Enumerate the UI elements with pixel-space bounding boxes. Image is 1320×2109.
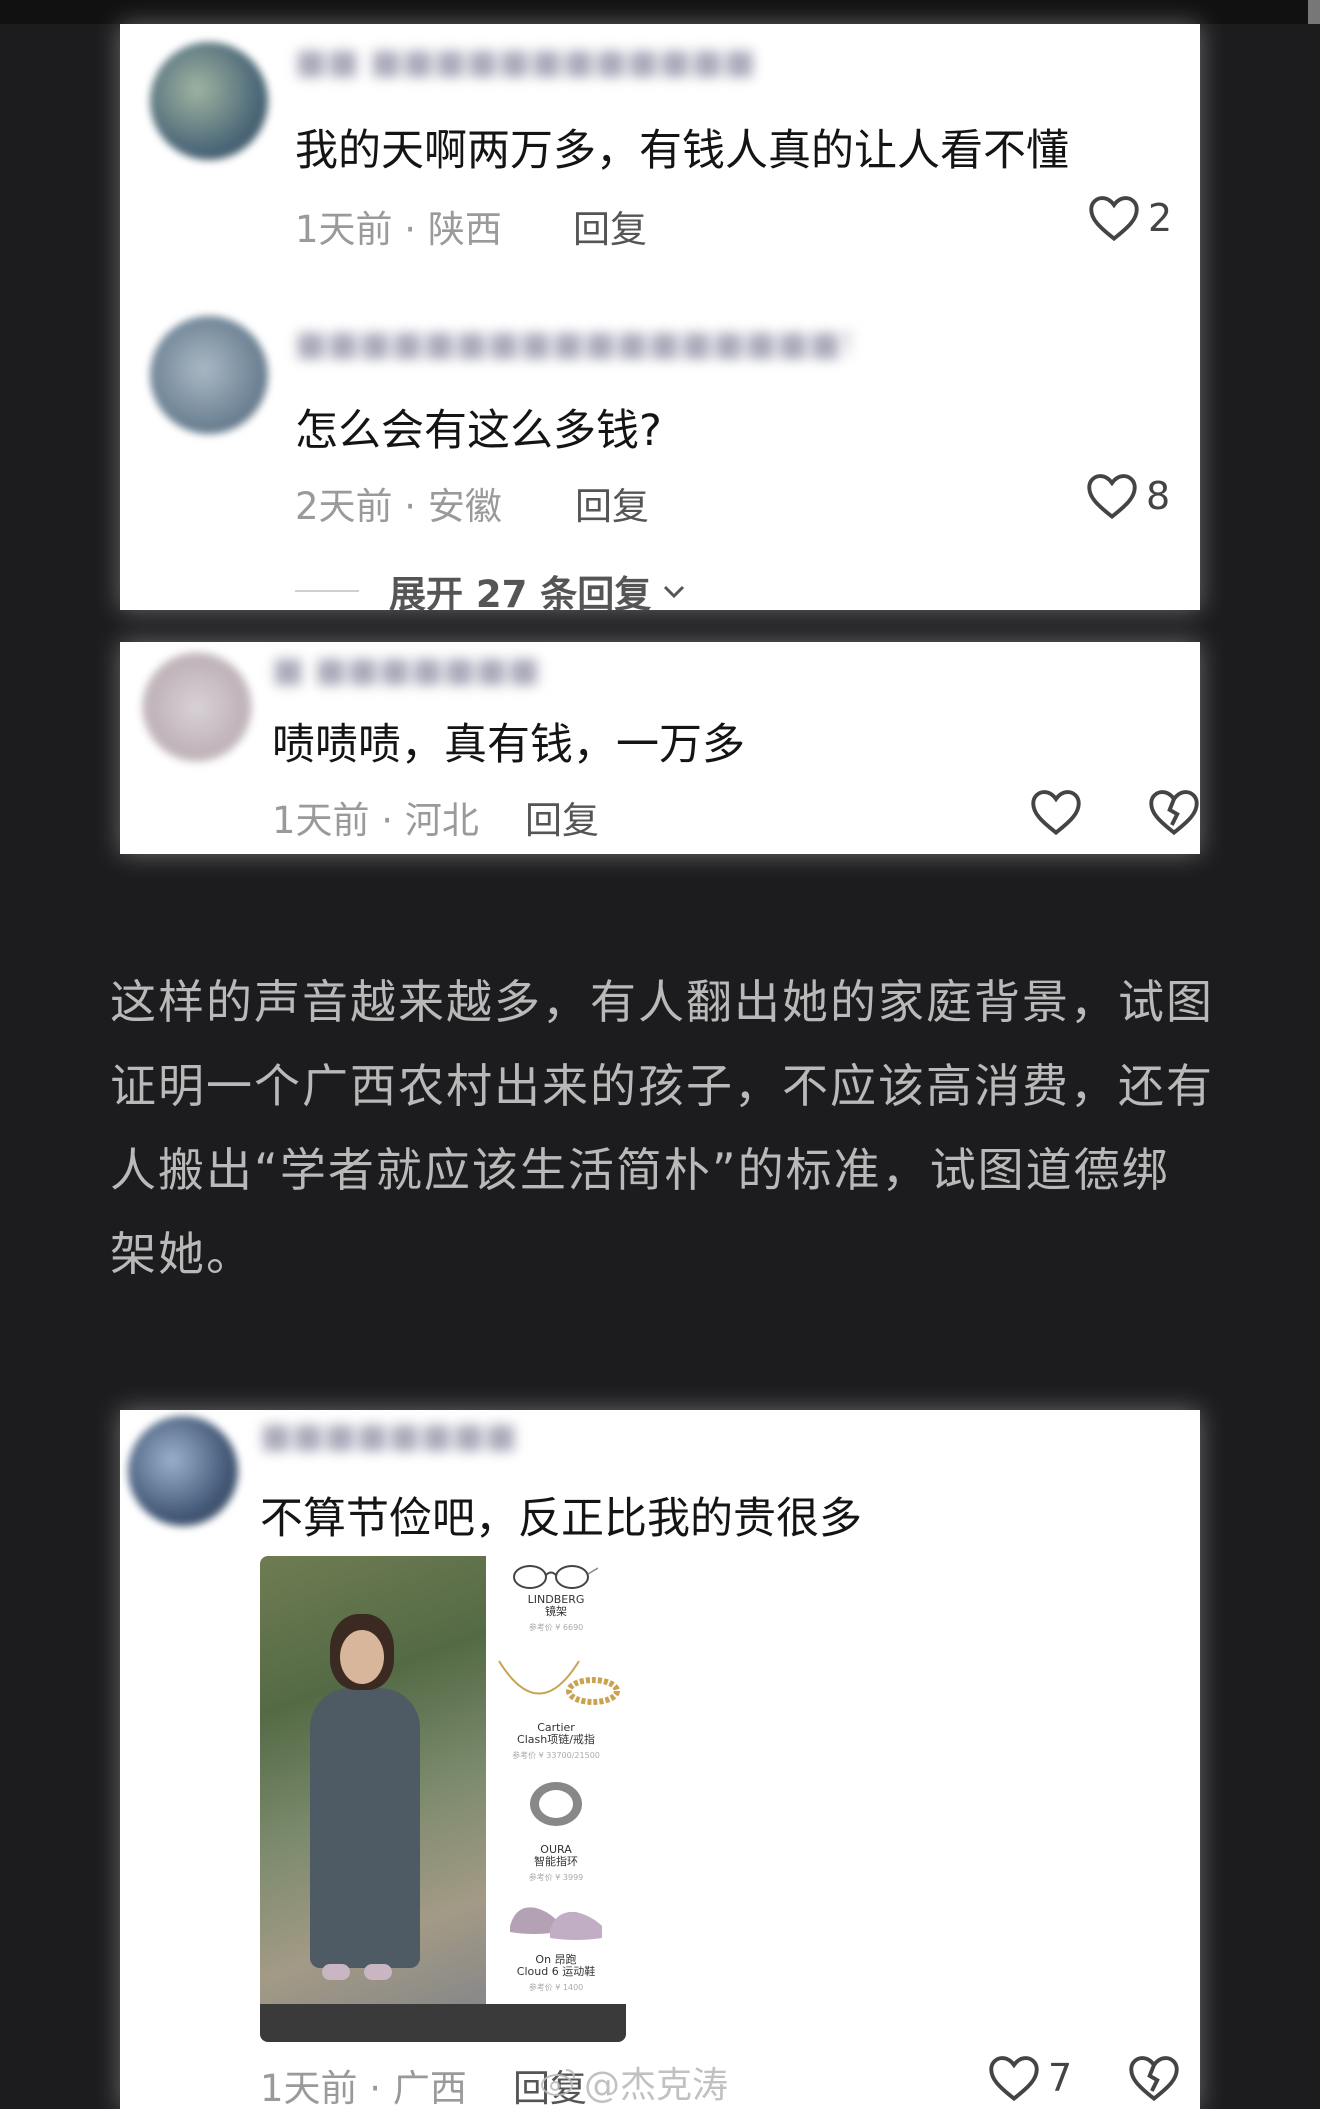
- comment-text: 不算节俭吧，反正比我的贵很多: [260, 1494, 862, 1544]
- expand-replies-label: 展开 27 条回复: [389, 573, 652, 610]
- avatar[interactable]: [150, 316, 268, 434]
- reply-button[interactable]: 回复: [525, 790, 599, 844]
- heart-icon: [989, 2056, 1039, 2102]
- broken-heart-icon[interactable]: [1148, 788, 1200, 836]
- username-blurred[interactable]: ■ ■■■■■■■: [272, 650, 540, 690]
- face: [340, 1630, 384, 1684]
- comment-text: 啧啧啧，真有钱，一万多: [272, 720, 745, 770]
- comment-card-3: ■■■■■■■■ 不算节俭吧，反正比我的贵很多 LINDBERG 镜架 参考价 ¥…: [120, 1410, 1200, 2109]
- like-count: 2: [1148, 196, 1173, 240]
- username-blurred[interactable]: ■■ ■■■■■■■■■■■■: [295, 42, 756, 82]
- heart-icon: [1089, 196, 1139, 242]
- product-name: Cartier Clash项链/戒指: [517, 1721, 595, 1746]
- like-button[interactable]: 7: [988, 2054, 1072, 2102]
- heart-icon: [1087, 474, 1137, 520]
- sneakers-icon: [510, 1907, 602, 1940]
- product-price: 参考价 ¥ 1400: [528, 1983, 584, 1992]
- shoe: [322, 1964, 350, 1980]
- weibo-icon: [541, 2069, 575, 2096]
- username-blurred[interactable]: ■■■■■■■■■■■■■■■■■!: [295, 324, 855, 364]
- comment-meta: 1天前 · 河北: [272, 799, 479, 842]
- comment-meta: 1天前 · 广西: [260, 2067, 467, 2109]
- comment-meta: 2天前 · 安徽: [295, 485, 502, 528]
- broken-heart-icon[interactable]: [1128, 2054, 1180, 2102]
- top-bar: [0, 0, 1320, 24]
- reply-button[interactable]: 回复: [575, 476, 649, 530]
- like-count: 8: [1146, 474, 1171, 518]
- watermark-text: @杰克涛: [584, 2065, 729, 2106]
- product-price: 参考价 ¥ 6690: [528, 1623, 584, 1632]
- article-paragraph: 这样的声音越来越多，有人翻出她的家庭背景，试图证明一个广西农村出来的孩子，不应该…: [110, 975, 1214, 1281]
- divider-dash: [295, 590, 359, 592]
- smart-ring-icon: [530, 1782, 582, 1826]
- comment-card-2: ■ ■■■■■■■ 啧啧啧，真有钱，一万多 1天前 · 河北 回复: [120, 642, 1200, 854]
- product-name: LINDBERG 镜架: [527, 1593, 585, 1618]
- like-count: 7: [1048, 2056, 1073, 2100]
- shoe: [364, 1964, 392, 1980]
- glasses-icon: [513, 1565, 598, 1589]
- scrollbar-edge: [1308, 0, 1320, 24]
- watermark: @杰克涛: [540, 2056, 728, 2108]
- comment-image[interactable]: LINDBERG 镜架 参考价 ¥ 6690 Cartier Clash项链/戒指 …: [260, 1556, 626, 2042]
- avatar[interactable]: [142, 652, 252, 762]
- product-price: 参考价 ¥ 33700/21500: [512, 1751, 600, 1760]
- avatar[interactable]: [128, 1416, 238, 1526]
- image-caption-bar: [260, 2004, 626, 2042]
- username-blurred[interactable]: ■■■■■■■■: [260, 1416, 517, 1456]
- comment-text: 我的天啊两万多，有钱人真的让人看不懂: [295, 126, 1069, 176]
- product-name: OURA 智能指环: [534, 1843, 578, 1868]
- ring-icon: [566, 1677, 620, 1705]
- chevron-down-icon: [664, 585, 685, 599]
- expand-replies-button[interactable]: 展开 27 条回复: [295, 564, 687, 610]
- comment-meta: 1天前 · 陕西: [295, 208, 502, 251]
- dress: [310, 1688, 420, 1968]
- product-list: LINDBERG 镜架 参考价 ¥ 6690 Cartier Clash项链/戒指 …: [486, 1556, 626, 2004]
- heart-icon[interactable]: [1030, 788, 1082, 836]
- like-button[interactable]: 8: [1086, 472, 1170, 520]
- product-price: 参考价 ¥ 3999: [528, 1873, 584, 1882]
- reply-button[interactable]: 回复: [573, 199, 647, 253]
- comment-text: 怎么会有这么多钱?: [295, 406, 662, 456]
- avatar[interactable]: [150, 42, 268, 160]
- like-button[interactable]: 2: [1088, 194, 1172, 242]
- comment-card-1: ■■ ■■■■■■■■■■■■ 我的天啊两万多，有钱人真的让人看不懂 1天前 ·…: [120, 24, 1200, 610]
- product-name: On 昂跑 Cloud 6 运动鞋: [516, 1953, 596, 1978]
- person-photo: [260, 1556, 486, 2004]
